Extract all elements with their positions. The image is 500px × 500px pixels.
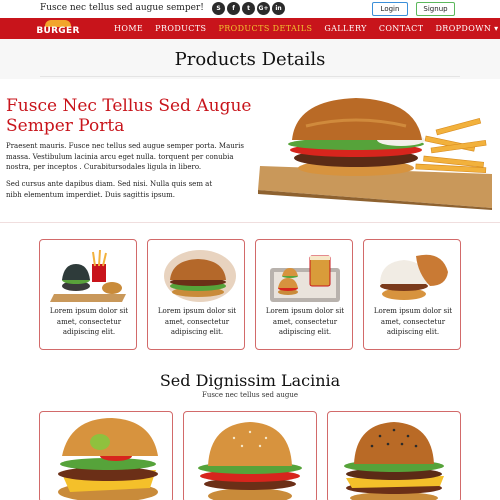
burger-fries-image xyxy=(50,249,126,302)
nav-products-details[interactable]: PRODUCTS DETAILS xyxy=(218,24,312,33)
linkedin-icon[interactable]: in xyxy=(272,2,285,15)
card-caption: Lorem ipsum dolor sit amet, consectetur … xyxy=(265,307,345,336)
product-card[interactable] xyxy=(39,411,173,500)
card-caption: Lorem ipsum dolor sit amet, consectetur … xyxy=(157,307,237,336)
page-title: Products Details xyxy=(174,49,326,70)
product-card[interactable]: Lorem ipsum dolor sit amet, consectetur … xyxy=(363,239,461,350)
divider xyxy=(40,76,460,77)
card-caption: Lorem ipsum dolor sit amet, consectetur … xyxy=(373,307,453,336)
hero-paragraph-1: Praesent mauris. Fusce nec tellus sed au… xyxy=(6,142,244,171)
hero-burger-image xyxy=(258,98,492,210)
top-tagline: Fusce nec tellus sed augue semper! xyxy=(40,3,204,13)
logo[interactable]: BURGER xyxy=(36,20,80,37)
nav-gallery[interactable]: GALLERY xyxy=(324,24,367,33)
product-card[interactable]: Lorem ipsum dolor sit amet, consectetur … xyxy=(39,239,137,350)
nav-dropdown[interactable]: DROPDOWN ▾ xyxy=(435,24,498,33)
nav-products[interactable]: PRODUCTS xyxy=(155,24,206,33)
product-card[interactable] xyxy=(183,411,317,500)
signup-button[interactable]: Signup xyxy=(416,2,455,16)
section-title: Sed Dignissim Lacinia xyxy=(159,371,341,390)
facebook-icon[interactable]: f xyxy=(227,2,240,15)
product-card[interactable]: Lorem ipsum dolor sit amet, consectetur … xyxy=(147,239,245,350)
hero-heading: Fusce Nec Tellus Sed Augue Semper Porta xyxy=(6,96,252,136)
login-button[interactable]: Login xyxy=(372,2,408,16)
main-nav: BURGER HOME PRODUCTS PRODUCTS DETAILS GA… xyxy=(0,18,500,39)
product-card[interactable]: Lorem ipsum dolor sit amet, consectetur … xyxy=(255,239,353,350)
hero-paragraph-2: Sed cursus ante dapibus diam. Sed nisi. … xyxy=(6,180,213,199)
logo-text: BURGER xyxy=(36,26,80,36)
double-burger-image xyxy=(344,422,444,500)
divider xyxy=(0,222,500,223)
cheeseburger-image xyxy=(58,418,158,500)
burger-image xyxy=(380,254,448,300)
twitter-icon[interactable]: t xyxy=(242,2,255,15)
burger-image xyxy=(164,250,236,302)
section-subtitle: Fusce nec tellus sed augue xyxy=(201,391,299,399)
social-links: S f t G+ in xyxy=(212,2,285,15)
google-plus-icon[interactable]: G+ xyxy=(257,2,270,15)
burger-image xyxy=(198,422,302,500)
skype-icon[interactable]: S xyxy=(212,2,225,15)
nav-contact[interactable]: CONTACT xyxy=(379,24,424,33)
burgers-tray-image xyxy=(270,255,340,302)
nav-home[interactable]: HOME xyxy=(114,24,143,33)
card-caption: Lorem ipsum dolor sit amet, consectetur … xyxy=(49,307,129,336)
top-bar: Fusce nec tellus sed augue semper! S f t… xyxy=(0,0,500,18)
nav-menu: HOME PRODUCTS PRODUCTS DETAILS GALLERY C… xyxy=(114,24,499,33)
product-card[interactable] xyxy=(327,411,461,500)
